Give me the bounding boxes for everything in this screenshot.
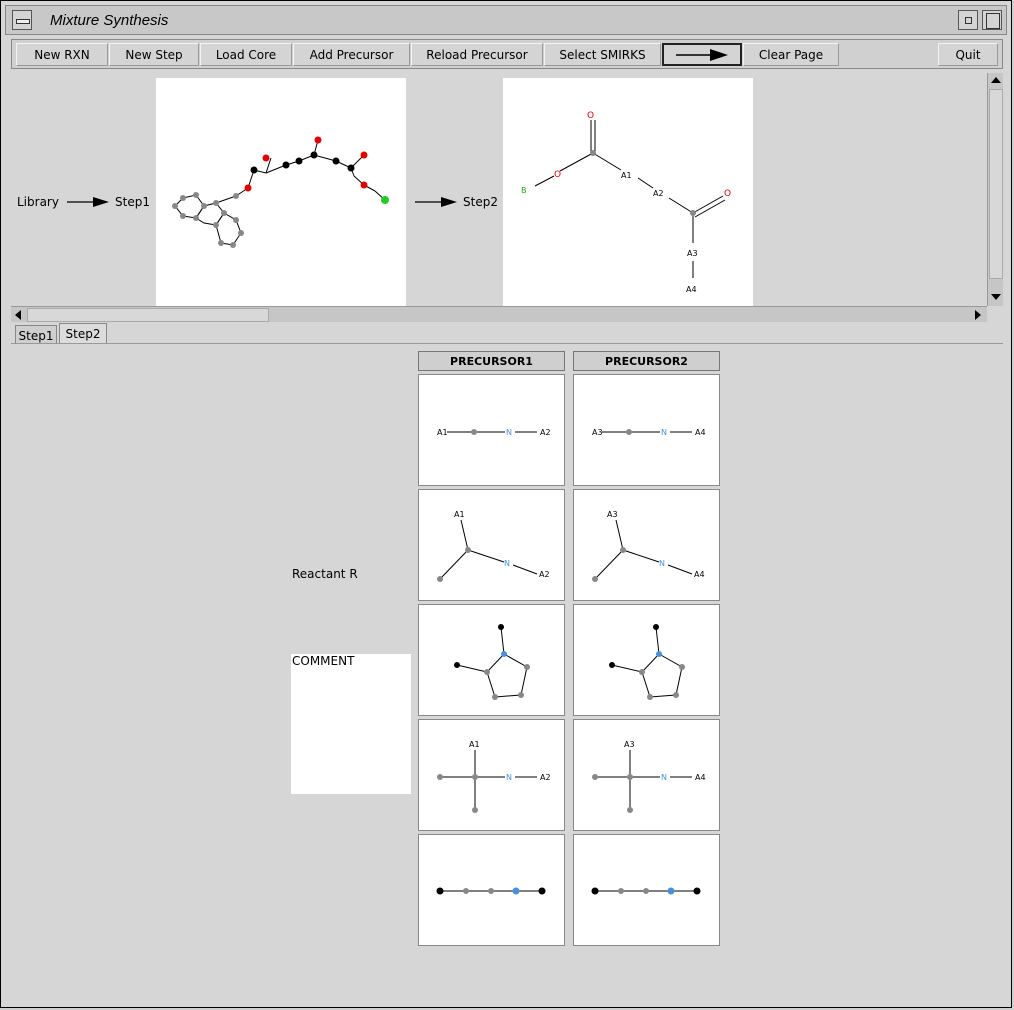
step2-atom-a4: A4 <box>686 285 697 294</box>
clear-page-button[interactable]: Clear Page <box>743 43 839 66</box>
load-core-button[interactable]: Load Core <box>200 43 292 66</box>
select-smirks-button[interactable]: Select SMIRKS <box>544 43 661 66</box>
column-header-precursor2[interactable]: PRECURSOR2 <box>573 351 720 371</box>
reactant-label: Reactant R <box>292 567 358 581</box>
comment-field[interactable]: COMMENT <box>291 654 411 794</box>
atom-label: A3 <box>624 740 635 749</box>
window-title: Mixture Synthesis <box>50 12 169 29</box>
atom-label: A4 <box>694 570 705 579</box>
atom-label: A2 <box>540 773 551 782</box>
window-menu-button[interactable] <box>12 10 32 30</box>
atom-label: A1 <box>469 740 480 749</box>
atom-label-n: N <box>659 559 665 568</box>
reload-precursor-button[interactable]: Reload Precursor <box>411 43 543 66</box>
atom-label: A4 <box>695 773 706 782</box>
atom-label: A1 <box>437 428 448 437</box>
scroll-up-icon[interactable] <box>991 77 1001 83</box>
atom-label-n: N <box>504 559 510 568</box>
app-window: Mixture Synthesis New RXN New Step Load … <box>0 0 1012 1008</box>
precursor2-structure-3[interactable] <box>573 604 720 716</box>
scroll-thumb[interactable] <box>989 89 1003 279</box>
atom-label: A2 <box>540 428 551 437</box>
atom-label: A3 <box>592 428 603 437</box>
comment-label: COMMENT <box>292 654 355 668</box>
atom-label-n: N <box>661 773 667 782</box>
atom-label-n: N <box>661 428 667 437</box>
precursor1-structure-3[interactable] <box>418 604 565 716</box>
new-rxn-button[interactable]: New RXN <box>16 43 108 66</box>
atom-label: A4 <box>695 428 706 437</box>
precursor2-structure-2[interactable]: A3 N A4 <box>573 489 720 601</box>
step2-atom-o: O <box>724 189 731 199</box>
precursor1-structure-2[interactable]: A1 N A2 <box>418 489 565 601</box>
title-bar: Mixture Synthesis <box>5 5 1007 35</box>
vertical-scrollbar[interactable] <box>987 73 1003 306</box>
precursor1-structure-4[interactable]: A1 N A2 <box>418 719 565 831</box>
step2-atom-a2: A2 <box>653 189 664 198</box>
step2-atom-b: B <box>521 186 527 195</box>
maximize-button[interactable] <box>982 10 1002 30</box>
step2-molecule-view: B O O O A1 A2 A3 A4 <box>503 78 753 306</box>
precursor1-structure-5[interactable] <box>418 834 565 946</box>
atom-label: A1 <box>454 510 465 519</box>
step2-atom-o: O <box>587 111 594 121</box>
atom-label: A2 <box>539 570 550 579</box>
precursor2-structure-1[interactable]: A3 N A4 <box>573 374 720 486</box>
library-label: Library <box>17 195 59 209</box>
scroll-left-icon[interactable] <box>15 310 21 320</box>
column-header-precursor1[interactable]: PRECURSOR1 <box>418 351 565 371</box>
reaction-flow-panel: Library Step1 Step2 B O O O A1 A2 A3 A4 <box>11 73 987 306</box>
step1-label: Step1 <box>115 195 150 209</box>
arrow-icon <box>67 197 109 207</box>
add-precursor-button[interactable]: Add Precursor <box>293 43 410 66</box>
precursor2-structure-4[interactable]: A3 N A4 <box>573 719 720 831</box>
precursor1-structure-1[interactable]: A1 N A2 <box>418 374 565 486</box>
step2-atom-a3: A3 <box>687 249 698 258</box>
right-arrow-icon <box>676 48 728 61</box>
atom-label-n: N <box>506 773 512 782</box>
minimize-button[interactable] <box>958 10 978 30</box>
scroll-right-icon[interactable] <box>975 310 981 320</box>
step2-atom-a1: A1 <box>621 171 632 180</box>
arrow-icon <box>415 197 457 207</box>
step2-atom-o: O <box>554 170 561 180</box>
new-step-button[interactable]: New Step <box>109 43 199 66</box>
scroll-thumb[interactable] <box>27 308 269 322</box>
scroll-down-icon[interactable] <box>991 294 1001 300</box>
atom-label-n: N <box>506 428 512 437</box>
step1-molecule-view <box>156 78 406 306</box>
atom-label: A3 <box>607 510 618 519</box>
precursor2-structure-5[interactable] <box>573 834 720 946</box>
toolbar: New RXN New Step Load Core Add Precursor… <box>11 39 1003 69</box>
horizontal-scrollbar[interactable] <box>11 306 987 322</box>
quit-button[interactable]: Quit <box>938 43 998 66</box>
tab-step1[interactable]: Step1 <box>15 325 57 345</box>
tab-step2[interactable]: Step2 <box>59 323 107 343</box>
run-arrow-button[interactable] <box>662 43 742 66</box>
step2-label: Step2 <box>463 195 498 209</box>
